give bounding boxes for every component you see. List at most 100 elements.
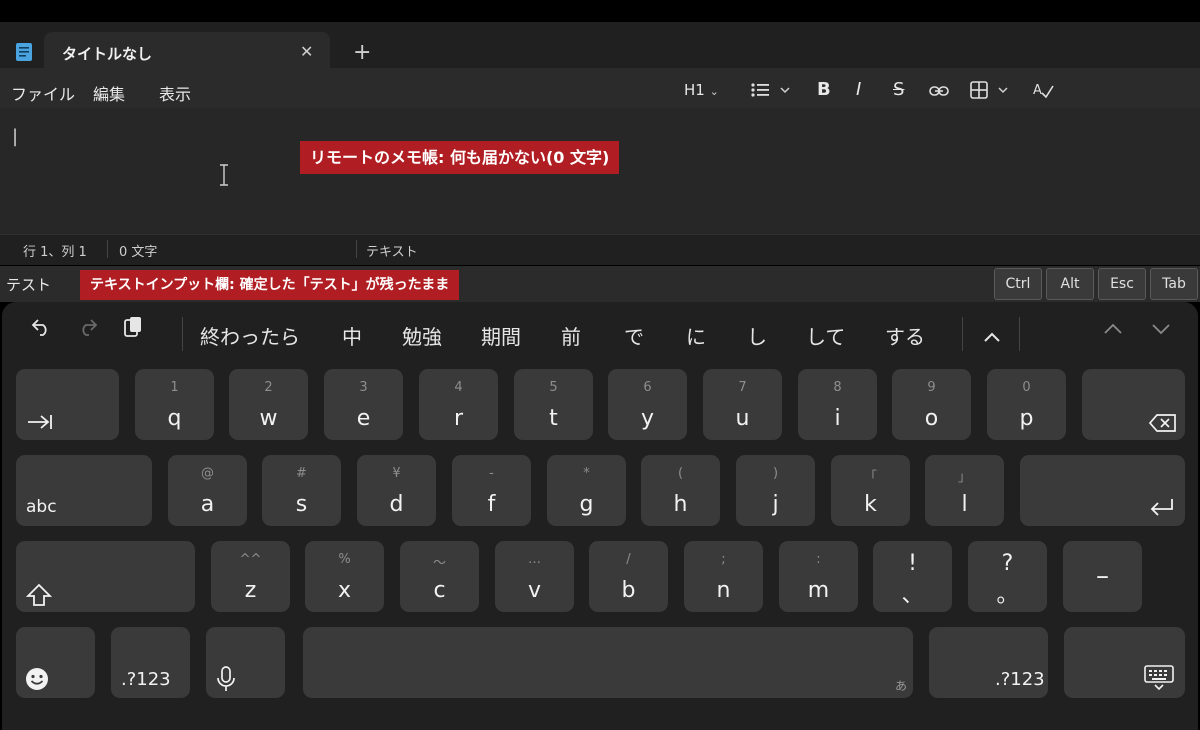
menu-edit[interactable]: 編集 [93, 81, 125, 105]
key-label: u [735, 406, 750, 431]
status-bar [0, 234, 1200, 265]
key-q[interactable]: 1q [135, 369, 214, 440]
candidate-word[interactable]: 期間 [481, 321, 521, 350]
key-secondary: : [816, 552, 821, 567]
candidate-word[interactable]: して [806, 321, 845, 350]
abc-key[interactable]: abc [16, 455, 152, 526]
key-secondary: 7 [738, 380, 747, 395]
candidate-word[interactable]: 勉強 [402, 321, 442, 350]
chevron-up-icon[interactable] [1103, 320, 1123, 339]
key-a[interactable]: @ a [168, 455, 247, 526]
status-char-count: 0 文字 [119, 245, 158, 260]
heading-dropdown[interactable]: H1 ⌄ [684, 81, 719, 99]
key-l[interactable]: 」 l [925, 455, 1004, 526]
key-secondary: ( [677, 466, 684, 481]
key-secondary: * [583, 466, 590, 481]
key-secondary: 。 [996, 583, 1019, 608]
key-h[interactable]: (h [641, 455, 720, 526]
status-divider [356, 240, 357, 258]
key-y[interactable]: 6y [608, 369, 687, 440]
key-label: m [807, 578, 830, 603]
key-e[interactable]: 3e [324, 369, 403, 440]
key-u[interactable]: 7u [703, 369, 782, 440]
esc-key[interactable]: Esc [1098, 268, 1146, 300]
menu-file[interactable]: ファイル [11, 81, 75, 105]
key-question[interactable]: ?。 [968, 541, 1047, 612]
chevron-down-icon[interactable] [1151, 320, 1171, 339]
italic-button[interactable]: I [856, 79, 861, 100]
bold-button[interactable]: B [817, 79, 831, 100]
key-n[interactable]: ; n [684, 541, 763, 612]
candidate-word[interactable]: 前 [561, 321, 581, 350]
table-dropdown[interactable] [970, 81, 1012, 103]
key-label: j [772, 492, 779, 517]
menu-view[interactable]: 表示 [159, 81, 191, 105]
spellcheck-icon[interactable]: A [1033, 80, 1055, 104]
key-label: z [244, 578, 257, 603]
key-secondary: 「 [863, 470, 877, 485]
key-label: f [487, 492, 496, 517]
enter-key[interactable] [1020, 455, 1185, 526]
space-key[interactable]: あ [303, 627, 913, 698]
key-r[interactable]: 4r [419, 369, 498, 440]
candidate-word[interactable]: に [686, 321, 706, 350]
expand-candidates-icon[interactable] [983, 328, 1001, 347]
key-secondary: 、 [901, 583, 924, 608]
ctrl-key[interactable]: Ctrl [994, 268, 1042, 300]
candidate-word[interactable]: 終わったら [200, 321, 300, 350]
candidate-word[interactable]: で [624, 321, 644, 350]
key-t[interactable]: 5t [514, 369, 593, 440]
dash-key[interactable]: – [1063, 541, 1142, 612]
ibeam-cursor-icon [219, 164, 229, 190]
key-secondary: ¥ [392, 466, 401, 481]
strikethrough-button[interactable]: S [893, 79, 904, 100]
key-p[interactable]: 0p [987, 369, 1066, 440]
key-label: t [549, 406, 558, 431]
key-b[interactable]: / b [589, 541, 668, 612]
tab-key[interactable] [16, 369, 119, 440]
key-d[interactable]: ¥ d [357, 455, 436, 526]
key-z[interactable]: ^^ z [211, 541, 290, 612]
shift-key[interactable] [16, 541, 195, 612]
key-exclamation[interactable]: !、 [873, 541, 952, 612]
key-o[interactable]: 9o [892, 369, 971, 440]
list-dropdown[interactable] [751, 82, 795, 102]
svg-text:A: A [1033, 83, 1042, 98]
key-g[interactable]: * g [547, 455, 626, 526]
candidate-word[interactable]: し [747, 321, 767, 350]
key-s[interactable]: # s [262, 455, 341, 526]
key-f[interactable]: -f [452, 455, 531, 526]
key-label: k [864, 492, 877, 517]
clipboard-icon[interactable] [122, 316, 144, 344]
candidate-word[interactable]: する [885, 321, 925, 350]
key-w[interactable]: 2w [229, 369, 308, 440]
tab-modifier-key[interactable]: Tab [1150, 268, 1198, 300]
symbols-key[interactable]: .?123 [111, 627, 190, 698]
tab-title: タイトルなし [62, 45, 153, 63]
redo-icon[interactable] [77, 317, 99, 341]
key-x[interactable]: % x [305, 541, 384, 612]
key-v[interactable]: … v [495, 541, 574, 612]
key-secondary: 6 [643, 380, 652, 395]
backspace-key[interactable] [1082, 369, 1185, 440]
key-secondary: 8 [833, 380, 842, 395]
key-c[interactable]: 〜 c [400, 541, 479, 612]
undo-icon[interactable] [30, 317, 52, 341]
close-tab-icon[interactable]: ✕ [300, 42, 313, 61]
link-icon[interactable] [929, 83, 949, 102]
key-label: g [579, 492, 594, 517]
dash-label: – [1096, 561, 1109, 591]
key-secondary: # [296, 466, 307, 481]
key-j[interactable]: ) j [736, 455, 815, 526]
symbols-key-right[interactable]: .?123 [929, 627, 1048, 698]
microphone-key[interactable] [206, 627, 285, 698]
candidate-word[interactable]: 中 [342, 321, 362, 350]
key-i[interactable]: 8i [798, 369, 877, 440]
key-k[interactable]: 「k [831, 455, 910, 526]
hide-keyboard-key[interactable] [1064, 627, 1185, 698]
emoji-key[interactable] [16, 627, 95, 698]
alt-key[interactable]: Alt [1046, 268, 1094, 300]
key-m[interactable]: :m [779, 541, 858, 612]
new-tab-icon[interactable]: + [353, 40, 371, 65]
toolbar-divider [182, 317, 183, 351]
